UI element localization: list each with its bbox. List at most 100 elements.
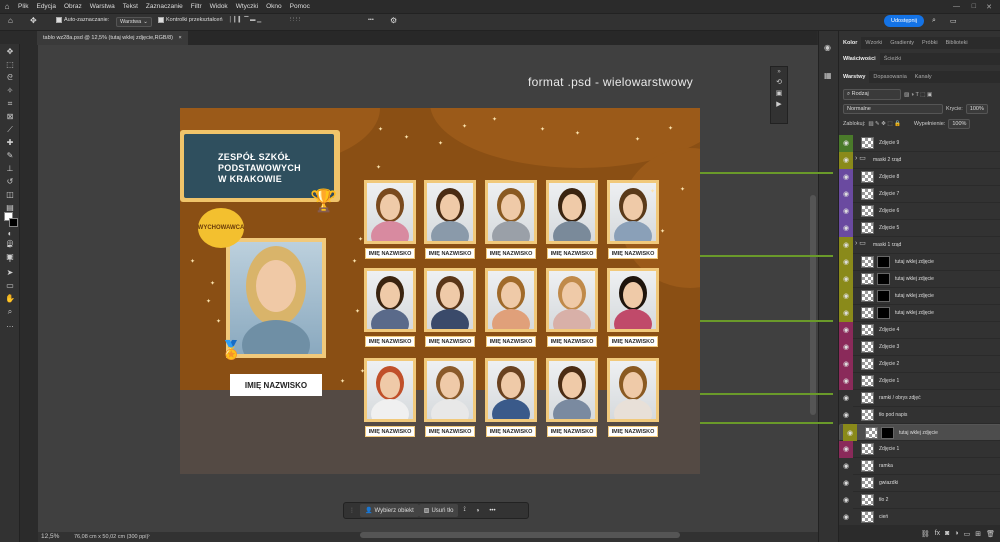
home-icon[interactable]: ⌂ bbox=[0, 2, 14, 11]
magic-wand-icon[interactable]: ✧ bbox=[4, 85, 16, 96]
fx-icon[interactable]: fx bbox=[935, 530, 940, 537]
folder-icon[interactable]: › ▭ bbox=[855, 154, 868, 166]
tab-dopasowania[interactable]: Dopasowania bbox=[869, 71, 910, 83]
tab-wzorki[interactable]: Wzorki bbox=[861, 37, 886, 49]
gear-icon[interactable]: ⚙ bbox=[390, 16, 397, 25]
distribute-icons[interactable]: ⫶ ⫶ ⫶ ⫶ bbox=[290, 17, 300, 24]
folder-icon[interactable]: ▭ bbox=[964, 530, 971, 538]
menu-filtr[interactable]: Filtr bbox=[187, 3, 206, 10]
auto-select-checkbox[interactable]: Auto-zaznaczanie: bbox=[56, 17, 109, 23]
menu-tekst[interactable]: Tekst bbox=[119, 3, 142, 10]
layer-filter-dropdown[interactable]: ⌕ Rodzaj bbox=[843, 89, 901, 100]
layer-row[interactable]: ◉ Zdjęcie 8 bbox=[839, 168, 1000, 186]
visibility-eye-icon[interactable]: ◉ bbox=[839, 491, 853, 509]
rectangle-tool-icon[interactable]: ▭ bbox=[4, 280, 16, 291]
learn-icon[interactable]: ◉ bbox=[824, 43, 831, 52]
layer-row[interactable]: ◉ › ▭ maski 1 rząd bbox=[839, 236, 1000, 254]
visibility-eye-icon[interactable]: ◉ bbox=[839, 202, 853, 220]
menu-warstwa[interactable]: Warstwa bbox=[86, 3, 119, 10]
student-photo[interactable] bbox=[607, 358, 659, 422]
crop-tool-icon[interactable]: ⌗ bbox=[4, 98, 16, 109]
visibility-eye-icon[interactable]: ◉ bbox=[839, 135, 853, 152]
contrast-icon[interactable]: ◑ bbox=[471, 504, 485, 517]
student-photo[interactable] bbox=[546, 358, 598, 422]
eraser-tool-icon[interactable]: ◫ bbox=[4, 189, 16, 200]
layer-mask-thumbnail[interactable] bbox=[877, 256, 890, 268]
visibility-eye-icon[interactable]: ◉ bbox=[839, 338, 853, 356]
layer-row[interactable]: ◉ tutaj wklej zdjęcie bbox=[839, 424, 1000, 441]
menu-widok[interactable]: Widok bbox=[206, 3, 232, 10]
menu-zaznaczanie[interactable]: Zaznaczanie bbox=[142, 3, 187, 10]
zoom-tool-icon[interactable]: ⌕ bbox=[4, 306, 16, 317]
tab-biblioteki[interactable]: Biblioteki bbox=[942, 37, 972, 49]
layer-row[interactable]: ◉ tutaj wklej zdjęcie bbox=[839, 287, 1000, 305]
student-photo[interactable] bbox=[424, 358, 476, 422]
student-photo[interactable] bbox=[364, 180, 416, 244]
zoom-level[interactable]: 12,5% bbox=[41, 533, 59, 540]
layer-row[interactable]: ◉ tło pod napis bbox=[839, 406, 1000, 424]
student-photo[interactable] bbox=[546, 268, 598, 332]
layer-row[interactable]: ◉ Zdjęcie 9 bbox=[839, 135, 1000, 152]
layer-row[interactable]: ◉ Zdjęcie 1 bbox=[839, 440, 1000, 458]
student-photo[interactable] bbox=[485, 268, 537, 332]
visibility-eye-icon[interactable]: ◉ bbox=[839, 389, 853, 407]
layer-row[interactable]: ◉ tło 2 bbox=[839, 491, 1000, 509]
tab-kanaly[interactable]: Kanały bbox=[911, 71, 936, 83]
close-icon[interactable]: ✕ bbox=[986, 3, 992, 11]
visibility-eye-icon[interactable]: ◉ bbox=[839, 287, 853, 305]
tab-gradienty[interactable]: Gradienty bbox=[886, 37, 918, 49]
comments-icon[interactable]: ▣ bbox=[771, 89, 787, 97]
menu-obraz[interactable]: Obraz bbox=[60, 3, 86, 10]
healing-brush-icon[interactable]: ✚ bbox=[4, 137, 16, 148]
visibility-eye-icon[interactable]: ◉ bbox=[839, 304, 853, 322]
layer-row[interactable]: ◉ tutaj wklej zdjęcie bbox=[839, 270, 1000, 288]
trash-icon[interactable]: 🗑 bbox=[986, 530, 995, 538]
layer-row[interactable]: ◉ Zdjęcie 4 bbox=[839, 321, 1000, 339]
student-photo[interactable] bbox=[364, 268, 416, 332]
home-icon[interactable]: ⌂ bbox=[8, 16, 13, 25]
lock-icons[interactable]: ▨ ✎ ✥ ⬚ 🔒 bbox=[868, 121, 901, 127]
more-actions-button[interactable]: ••• bbox=[484, 504, 500, 517]
status-arrow-icon[interactable]: › bbox=[148, 533, 150, 539]
more-options-button[interactable]: ••• bbox=[368, 17, 374, 23]
student-photo[interactable] bbox=[607, 268, 659, 332]
stamp-tool-icon[interactable]: ⊥ bbox=[4, 163, 16, 174]
visibility-eye-icon[interactable]: ◉ bbox=[839, 321, 853, 339]
layer-row[interactable]: ◉ Zdjęcie 7 bbox=[839, 185, 1000, 203]
link-icon[interactable]: ⛓ bbox=[921, 530, 930, 538]
history-brush-icon[interactable]: ↺ bbox=[4, 176, 16, 187]
screen-mode-icon[interactable]: ▣ bbox=[4, 251, 16, 262]
visibility-eye-icon[interactable]: ◉ bbox=[839, 372, 853, 390]
student-photo[interactable] bbox=[485, 180, 537, 244]
workspace-icon[interactable]: ▭ bbox=[950, 17, 957, 25]
layer-mask-thumbnail[interactable] bbox=[881, 426, 894, 439]
eyedropper-icon[interactable]: ⟋ bbox=[4, 124, 16, 135]
layer-row[interactable]: ◉ ramka bbox=[839, 457, 1000, 475]
visibility-eye-icon[interactable]: ◉ bbox=[839, 474, 853, 492]
student-photo[interactable] bbox=[485, 358, 537, 422]
lasso-tool-icon[interactable]: ᘓ bbox=[4, 72, 16, 83]
layer-row[interactable]: ◉ Zdjęcie 1 bbox=[839, 372, 1000, 390]
play-icon[interactable]: ▶ bbox=[771, 100, 787, 108]
select-subject-button[interactable]: 👤 Wybierz obiekt bbox=[360, 504, 419, 517]
adjustment-icon[interactable]: ◑ bbox=[954, 530, 958, 537]
layer-row[interactable]: ◉ › ▭ maski 2 rząd bbox=[839, 151, 1000, 169]
layer-row[interactable]: ◉ Zdjęcie 6 bbox=[839, 202, 1000, 220]
student-photo[interactable] bbox=[546, 180, 598, 244]
opacity-field[interactable]: 100% bbox=[965, 104, 988, 114]
visibility-eye-icon[interactable]: ◉ bbox=[839, 236, 853, 254]
folder-icon[interactable]: › ▭ bbox=[855, 239, 868, 251]
transform-controls-checkbox[interactable]: Kontrolki przekształceń bbox=[158, 17, 223, 23]
layer-mask-thumbnail[interactable] bbox=[877, 290, 890, 302]
menu-okno[interactable]: Okno bbox=[262, 3, 286, 10]
horizontal-scrollbar[interactable] bbox=[360, 532, 680, 538]
brush-tool-icon[interactable]: ✎ bbox=[4, 150, 16, 161]
tab-kolor[interactable]: Kolor bbox=[839, 37, 862, 49]
drag-handle-icon[interactable]: ⋮ bbox=[344, 504, 360, 517]
tab-wlasciwosci[interactable]: Właściwości bbox=[839, 53, 880, 65]
marquee-tool-icon[interactable]: ⬚ bbox=[4, 59, 16, 70]
quick-mask-icon[interactable]: ◎ bbox=[4, 237, 16, 248]
filter-icons[interactable]: ▨ ◑ T ⬚ ▣ bbox=[904, 92, 932, 98]
layer-row[interactable]: ◉ gwiazdki bbox=[839, 474, 1000, 492]
share-button[interactable]: Udostępnij bbox=[884, 15, 924, 27]
